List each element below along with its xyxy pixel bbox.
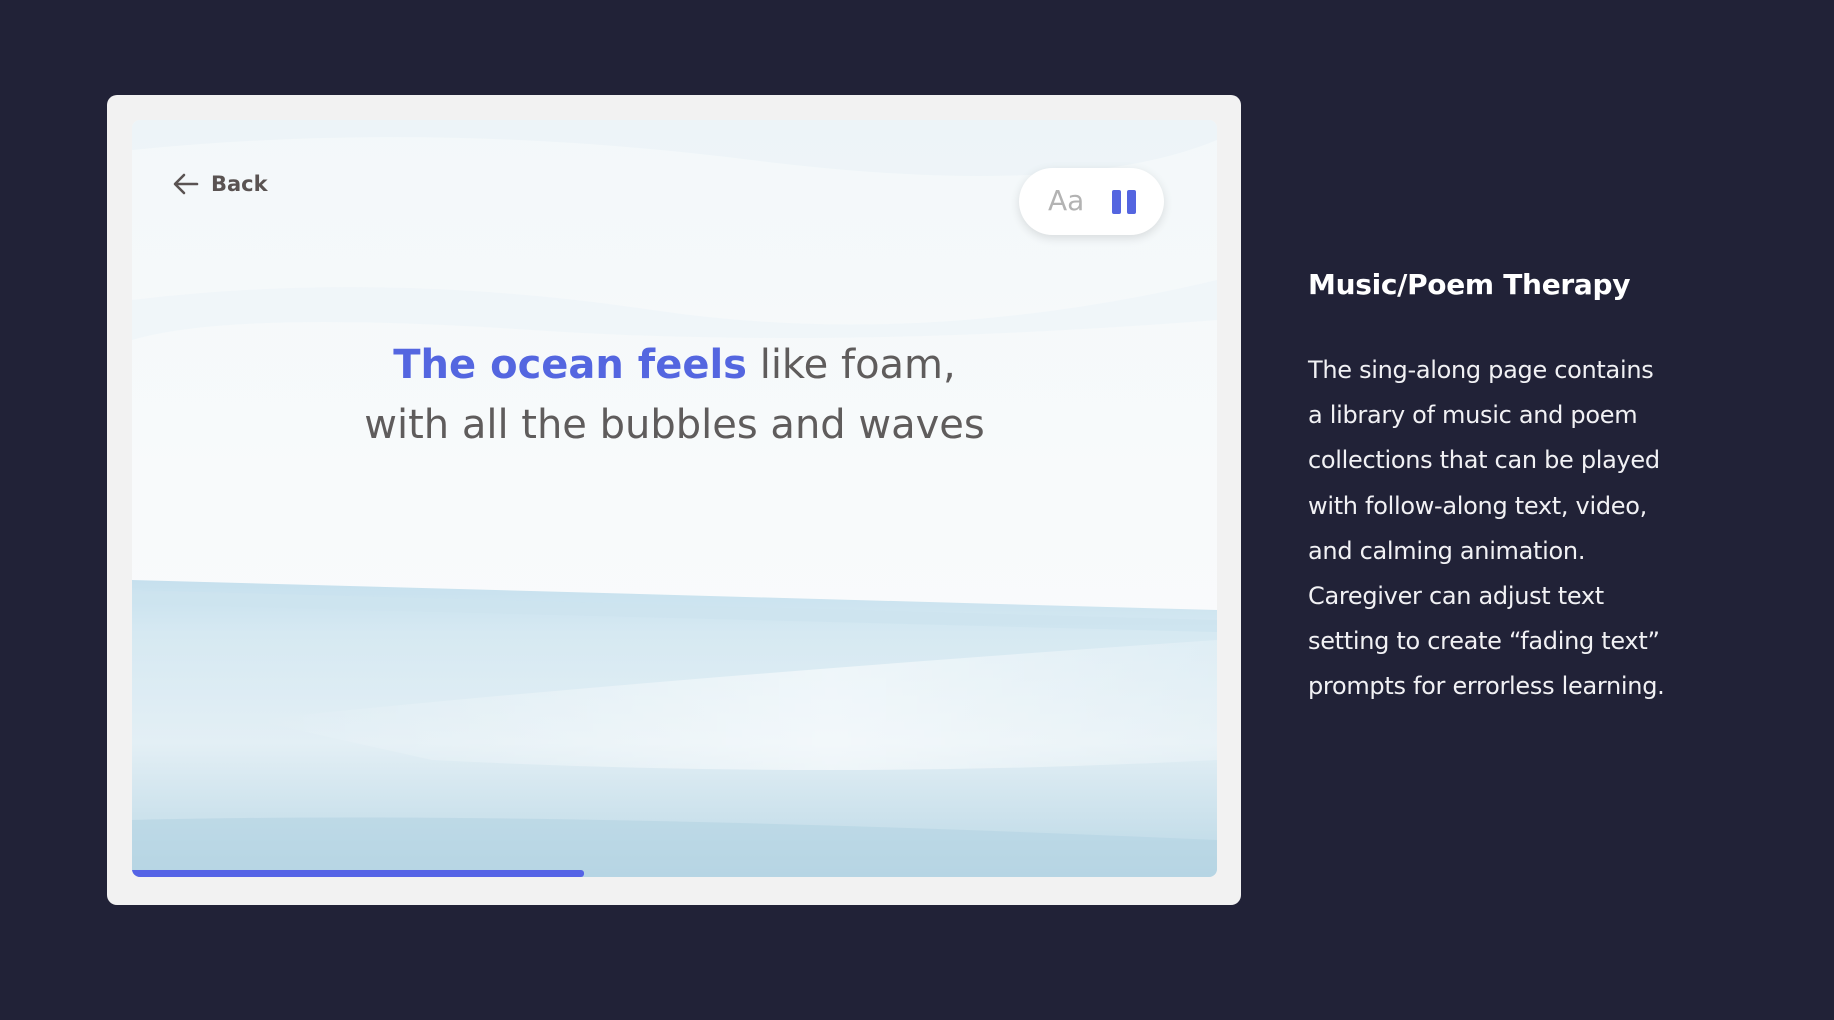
pause-bar-left (1112, 190, 1121, 214)
body-line: and calming animation. (1308, 536, 1586, 565)
device-frame: Back Aa The ocean feels like foam, with … (107, 95, 1241, 905)
pause-bar-right (1127, 190, 1136, 214)
body-line: prompts for errorless learning. (1308, 672, 1665, 701)
text-size-button[interactable]: Aa (1048, 185, 1084, 217)
body-line: collections that can be played (1308, 446, 1660, 475)
body-line: The sing-along page contains (1308, 356, 1654, 384)
lyric-line-2: with all the bubbles and waves (364, 402, 985, 448)
body-line: Caregiver can adjust text (1308, 582, 1604, 611)
back-button[interactable]: Back (173, 172, 268, 196)
back-label: Back (211, 172, 268, 196)
pause-icon[interactable] (1111, 190, 1139, 214)
feature-description: Music/Poem Therapy The sing-along page c… (1308, 262, 1738, 710)
lyric-highlighted-text: The ocean feels (393, 342, 747, 388)
feature-title: Music/Poem Therapy (1308, 268, 1631, 301)
lyrics-display: The ocean feels like foam, with all the … (132, 335, 1217, 455)
lyric-remaining-text: like foam, (746, 342, 956, 388)
body-line: setting to create “fading text” (1308, 627, 1660, 656)
progress-bar[interactable] (132, 870, 1217, 877)
playback-controls: Aa (1019, 168, 1164, 235)
body-line: a library of music and poem (1308, 401, 1638, 430)
arrow-left-icon (173, 173, 199, 195)
body-line: with follow-along text, video, (1308, 491, 1647, 520)
lyric-line-1: The ocean feels like foam, (132, 335, 1217, 395)
feature-body: The sing-along page contains a library o… (1308, 348, 1738, 710)
sing-along-screen: Back Aa The ocean feels like foam, with … (132, 120, 1217, 877)
progress-fill (132, 870, 585, 877)
